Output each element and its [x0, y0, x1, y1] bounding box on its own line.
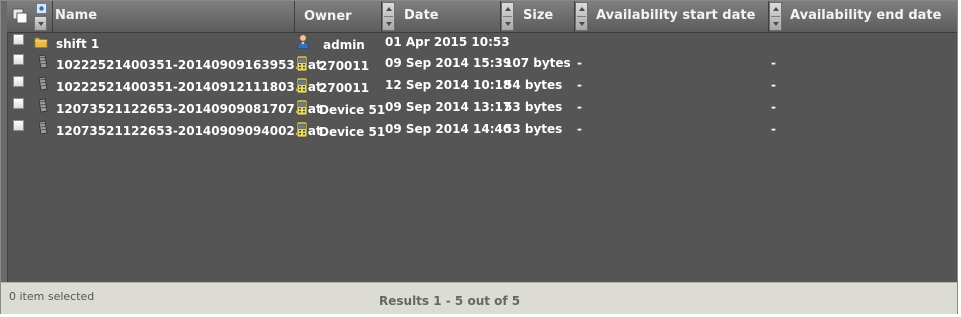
device-icon: [296, 99, 308, 116]
row-date: 09 Sep 2014 14:40: [385, 122, 512, 136]
row-name[interactable]: 12073521122653-20140909081707.dat: [56, 102, 322, 116]
row-availability-start: -: [577, 78, 582, 92]
row-owner: 270011: [319, 81, 370, 95]
grid-header: Name Owner Date Size Availability start …: [7, 1, 957, 33]
table-row[interactable]: shift 1 admin 01 Apr 2015 10:53: [7, 32, 957, 54]
sort-indicator-icon[interactable]: [36, 3, 47, 14]
column-header-size-label: Size: [523, 8, 554, 23]
column-header-name-label: Name: [55, 8, 98, 23]
device-icon: [296, 55, 308, 72]
file-icon: [38, 54, 48, 69]
owner-sort-button[interactable]: [382, 2, 395, 31]
select-column-sorter[interactable]: [34, 16, 47, 31]
size-sort-button[interactable]: [575, 2, 588, 31]
column-header-date[interactable]: Date: [396, 1, 514, 32]
column-header-availability-end-label: Availability end date: [790, 8, 942, 23]
row-availability-start: -: [577, 122, 582, 136]
row-name[interactable]: 10222521400351-20140909163953.dat: [56, 58, 322, 72]
row-availability-end: -: [771, 100, 776, 114]
device-icon: [296, 77, 308, 94]
table-row[interactable]: 12073521122653-20140909081707.dat Device…: [7, 98, 957, 120]
table-row[interactable]: 10222521400351-20140909163953.dat 270011…: [7, 54, 957, 76]
selection-count: 0 item selected: [9, 290, 95, 303]
date-sort-button[interactable]: [501, 2, 514, 31]
row-availability-start: -: [577, 56, 582, 70]
row-name[interactable]: 12073521122653-20140909094002.dat: [56, 124, 322, 138]
row-date: 12 Sep 2014 10:18: [385, 78, 512, 92]
column-header-availability-start[interactable]: Availability start date: [589, 1, 782, 32]
row-owner: 270011: [319, 59, 370, 73]
row-name[interactable]: 10222521400351-20140912111803.dat: [56, 80, 322, 94]
select-all-icon[interactable]: [12, 8, 28, 24]
file-grid: Name Owner Date Size Availability start …: [0, 0, 958, 314]
row-availability-end: -: [771, 78, 776, 92]
column-header-date-label: Date: [404, 8, 439, 23]
row-size: 53 bytes: [504, 100, 563, 114]
row-availability-end: -: [771, 56, 776, 70]
column-header-size[interactable]: Size: [515, 1, 588, 32]
row-availability-start: -: [577, 100, 582, 114]
row-checkbox[interactable]: [13, 120, 24, 131]
row-checkbox[interactable]: [13, 34, 24, 45]
file-icon: [38, 120, 48, 135]
row-size: 53 bytes: [504, 122, 563, 136]
row-date: 09 Sep 2014 15:39: [385, 56, 512, 70]
row-checkbox[interactable]: [13, 76, 24, 87]
table-row[interactable]: 12073521122653-20140909094002.dat Device…: [7, 120, 957, 142]
table-row[interactable]: 10222521400351-20140912111803.dat 270011…: [7, 76, 957, 98]
device-icon: [296, 121, 308, 138]
column-header-owner-label: Owner: [304, 9, 352, 24]
file-icon: [38, 98, 48, 113]
row-owner: Device 51: [319, 125, 386, 139]
grid-footer: 0 item selected Results 1 - 5 out of 5: [1, 282, 957, 314]
file-icon: [38, 76, 48, 91]
header-select-column: [7, 1, 53, 32]
row-checkbox[interactable]: [13, 98, 24, 109]
results-summary: Results 1 - 5 out of 5: [379, 294, 521, 308]
row-date: 01 Apr 2015 10:53: [385, 35, 510, 49]
row-availability-end: -: [771, 122, 776, 136]
folder-icon: [34, 37, 48, 48]
row-size: 54 bytes: [504, 78, 563, 92]
user-icon: [297, 34, 309, 49]
column-header-availability-start-label: Availability start date: [596, 8, 756, 23]
row-checkbox[interactable]: [13, 54, 24, 65]
row-date: 09 Sep 2014 13:17: [385, 100, 512, 114]
row-owner: Device 51: [319, 103, 386, 117]
row-owner: admin: [323, 38, 365, 52]
column-header-availability-end[interactable]: Availability end date: [783, 1, 957, 32]
availability-start-sort-button[interactable]: [769, 2, 782, 31]
row-name[interactable]: shift 1: [56, 37, 99, 51]
column-header-name[interactable]: Name: [53, 1, 295, 32]
column-header-owner[interactable]: Owner: [295, 1, 395, 32]
row-size: 107 bytes: [504, 56, 571, 70]
